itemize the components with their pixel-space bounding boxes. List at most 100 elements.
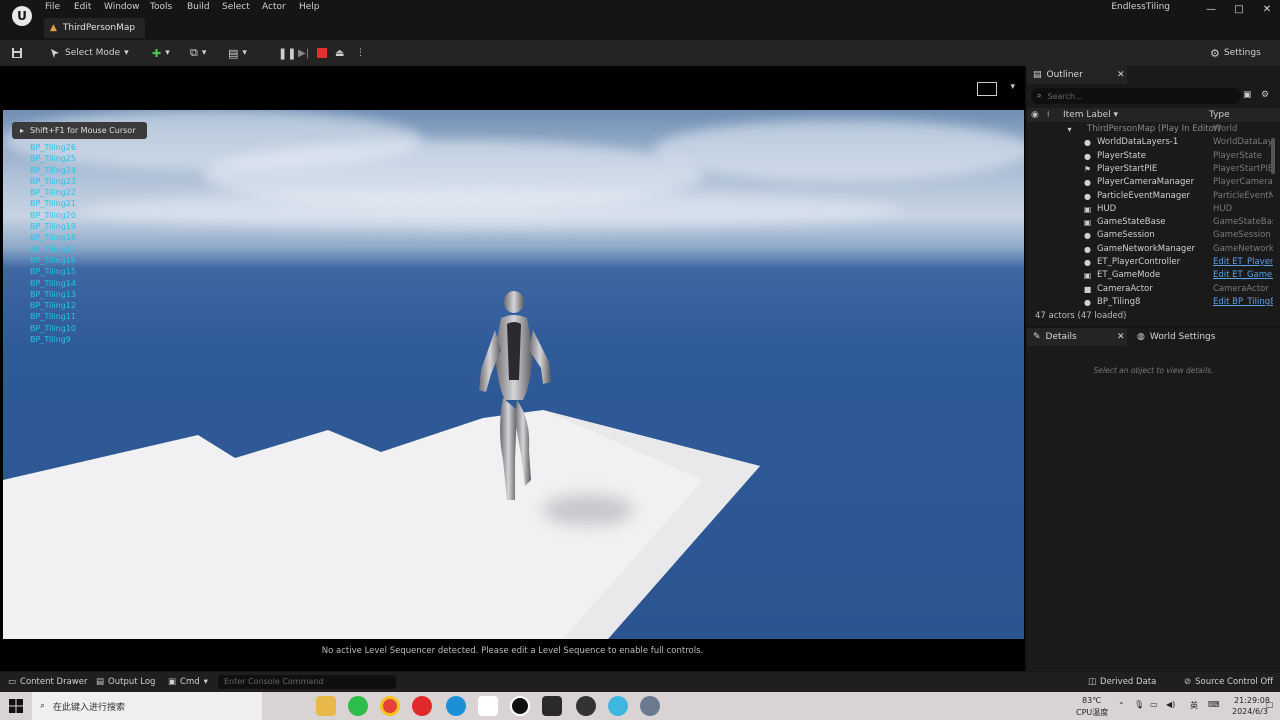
windows-taskbar: ⌕ 在此键入进行搜索 83℃ CPU温度 ⌃ 🎙 ▭ ◀) 英 ⌨ 21:29:… xyxy=(0,692,1280,720)
outliner-row[interactable]: ⚑ PlayerStartPIE PlayerStartPIE xyxy=(1027,164,1280,177)
outliner-row[interactable]: ▣ GameStateBase GameStateBase xyxy=(1027,217,1280,230)
outliner-row[interactable]: ● WorldDataLayers-1 WorldDataLayers xyxy=(1027,137,1280,150)
step-button[interactable]: ▶| xyxy=(298,43,309,63)
outliner-row[interactable]: ● PlayerState PlayerState xyxy=(1027,151,1280,164)
outliner-row[interactable]: ▣ ET_GameMode Edit ET_GameMode xyxy=(1027,270,1280,283)
output-log-button[interactable]: ▤ Output Log xyxy=(96,675,155,689)
outliner-row[interactable]: ● GameSession GameSession xyxy=(1027,230,1280,243)
save-button[interactable] xyxy=(8,43,26,63)
outliner-row[interactable]: ● PlayerCameraManager PlayerCameraManager xyxy=(1027,177,1280,190)
minimize-button[interactable]: — xyxy=(1196,0,1226,20)
edge-icon[interactable] xyxy=(446,696,466,716)
outliner-row[interactable]: ▾ ThirdPersonMap (Play In Editor) World xyxy=(1027,124,1280,137)
source-control-button[interactable]: ⊘ Source Control Off xyxy=(1184,675,1273,689)
item-label-column[interactable]: Item Label ▾ xyxy=(1063,110,1118,120)
app-icon[interactable] xyxy=(478,696,498,716)
taskbar-search[interactable]: ⌕ 在此键入进行搜索 xyxy=(32,692,262,720)
eject-button[interactable]: ⏏ xyxy=(335,43,344,63)
settings-button[interactable]: ⚙ Settings xyxy=(1210,43,1261,63)
netease-music-icon[interactable] xyxy=(412,696,432,716)
outliner-row[interactable]: ▣ HUD HUD xyxy=(1027,204,1280,217)
close-icon[interactable]: ✕ xyxy=(1117,70,1125,80)
more-options-button[interactable]: ⋮ xyxy=(356,43,365,63)
chevron-down-icon[interactable]: ▾ xyxy=(1010,82,1015,92)
cmd-dropdown[interactable]: ▣ Cmd ▾ xyxy=(168,675,208,689)
menu-build[interactable]: Build xyxy=(187,2,210,12)
outliner-row-label: PlayerStartPIE xyxy=(1097,163,1158,174)
level-viewport[interactable]: ▾ ▸ Shift+F1 for Mouse Cursor BP_Tiling2… xyxy=(0,66,1025,671)
tab-world-settings[interactable]: ◍ World Settings xyxy=(1131,328,1251,346)
outliner-row-label: WorldDataLayers-1 xyxy=(1097,137,1179,148)
task-view-icon[interactable] xyxy=(270,696,290,716)
edit-blueprint-link[interactable]: Edit BP_Tiling8 xyxy=(1213,297,1273,307)
network-icon[interactable]: ▭ xyxy=(1150,700,1158,709)
type-column-header[interactable]: Type xyxy=(1209,110,1230,120)
app-icon[interactable] xyxy=(576,696,596,716)
chrome-icon[interactable] xyxy=(380,696,400,716)
menu-tools[interactable]: Tools xyxy=(150,2,172,12)
close-button[interactable]: ✕ xyxy=(1252,0,1280,20)
eye-icon[interactable]: ◉ xyxy=(1031,110,1039,120)
app-icon[interactable] xyxy=(608,696,628,716)
unreal-logo-icon[interactable]: U xyxy=(12,6,32,26)
menu-help[interactable]: Help xyxy=(299,2,320,12)
chevron-down-icon: ▾ xyxy=(203,677,208,687)
map-tab-label: ThirdPersonMap xyxy=(62,23,136,33)
tab-details[interactable]: ✎ Details ✕ xyxy=(1027,328,1127,346)
menu-actor[interactable]: Actor xyxy=(262,2,286,12)
outliner-search-input[interactable]: ⌕ Search... xyxy=(1031,88,1241,104)
outliner-row[interactable]: ● ParticleEventManager ParticleEventManage… xyxy=(1027,191,1280,204)
folder-add-icon[interactable]: ▣ xyxy=(1243,90,1252,100)
menu-window[interactable]: Window xyxy=(104,2,140,12)
notification-icon[interactable]: ▢ xyxy=(1266,700,1274,709)
content-drawer-button[interactable]: ▭ Content Drawer xyxy=(8,675,87,689)
game-scene[interactable] xyxy=(3,110,1024,639)
derived-data-button[interactable]: ◫ Derived Data xyxy=(1088,675,1156,689)
title-bar: U File Edit Window Tools Build Select Actor Hel… xyxy=(0,0,1280,40)
file-explorer-icon[interactable] xyxy=(316,696,336,716)
select-mode-dropdown[interactable]: Select Mode ▾ xyxy=(50,43,129,63)
mouse-cursor-hint[interactable]: ▸ Shift+F1 for Mouse Cursor xyxy=(12,122,148,139)
derived-data-label: Derived Data xyxy=(1100,677,1157,687)
chevron-up-icon[interactable]: ⌃ xyxy=(1118,701,1125,710)
outliner-row-label: ET_PlayerController xyxy=(1097,257,1181,267)
edit-blueprint-link[interactable]: Edit ET_GameMode xyxy=(1213,270,1273,280)
close-icon[interactable]: ✕ xyxy=(1117,332,1125,342)
app-icon[interactable] xyxy=(640,696,660,716)
unreal-engine-icon[interactable] xyxy=(510,696,530,716)
outliner-row[interactable]: ● BP_Tiling8 Edit BP_Tiling8 xyxy=(1027,297,1280,310)
microphone-icon[interactable]: 🎙 xyxy=(1134,700,1144,709)
menu-file[interactable]: File xyxy=(45,2,60,12)
outliner-row[interactable]: ● ET_PlayerController Edit ET_PlayerContro… xyxy=(1027,257,1280,270)
outliner-row[interactable]: ● GameNetworkManager GameNetworkManager xyxy=(1027,244,1280,257)
clock-date[interactable]: 2024/6/3 xyxy=(1232,707,1268,716)
tiling-list-item: BP_Tiling10 xyxy=(30,323,76,333)
blueprints-button[interactable]: ⧉ ▾ xyxy=(190,43,206,63)
add-actor-button[interactable]: ✚ ▾ xyxy=(152,43,170,63)
volume-icon[interactable]: ◀) xyxy=(1166,700,1175,709)
viewport-layout-icon[interactable] xyxy=(977,82,997,96)
stop-button[interactable] xyxy=(317,43,327,63)
clock-time[interactable]: 21:29:08 xyxy=(1234,696,1270,705)
wechat-icon[interactable] xyxy=(348,696,368,716)
actor-icon: ● xyxy=(1084,231,1091,241)
outliner-row[interactable]: ■ CameraActor CameraActor xyxy=(1027,284,1280,297)
tab-outliner[interactable]: ▤ Outliner ✕ xyxy=(1027,66,1127,84)
mannequin-character xyxy=(479,291,551,500)
map-tab[interactable]: ▲ ThirdPersonMap xyxy=(44,18,146,38)
app-icon[interactable] xyxy=(542,696,562,716)
console-input[interactable]: Enter Console Command xyxy=(218,675,396,689)
keyboard-icon[interactable]: ⌨ xyxy=(1208,700,1220,709)
maximize-button[interactable]: □ xyxy=(1224,0,1254,20)
outliner-scrollbar[interactable] xyxy=(1271,138,1275,174)
edit-blueprint-link[interactable]: Edit ET_PlayerController xyxy=(1213,257,1273,267)
windows-start-button[interactable] xyxy=(0,692,32,720)
menu-select[interactable]: Select xyxy=(222,2,250,12)
tiling-list-item: BP_Tiling9 xyxy=(30,335,71,345)
pin-icon[interactable]: ⍿ xyxy=(1047,110,1049,120)
gear-icon[interactable]: ⚙ xyxy=(1261,90,1269,100)
pause-button[interactable]: ❚❚ xyxy=(278,43,296,63)
cinematics-button[interactable]: ▤ ▾ xyxy=(228,43,247,63)
ime-indicator[interactable]: 英 xyxy=(1190,700,1198,711)
menu-edit[interactable]: Edit xyxy=(74,2,91,12)
